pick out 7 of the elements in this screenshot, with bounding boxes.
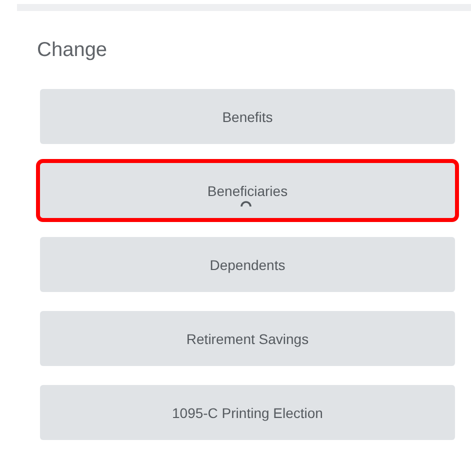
option-button[interactable]: Dependents (40, 237, 455, 292)
option-button[interactable]: Beneficiaries (40, 163, 455, 218)
option-button[interactable]: Retirement Savings (40, 311, 455, 366)
section-heading: Change (37, 38, 108, 62)
option-button[interactable]: Benefits (40, 89, 455, 144)
loading-icon (240, 201, 252, 207)
option-button[interactable]: 1095-C Printing Election (40, 385, 455, 440)
